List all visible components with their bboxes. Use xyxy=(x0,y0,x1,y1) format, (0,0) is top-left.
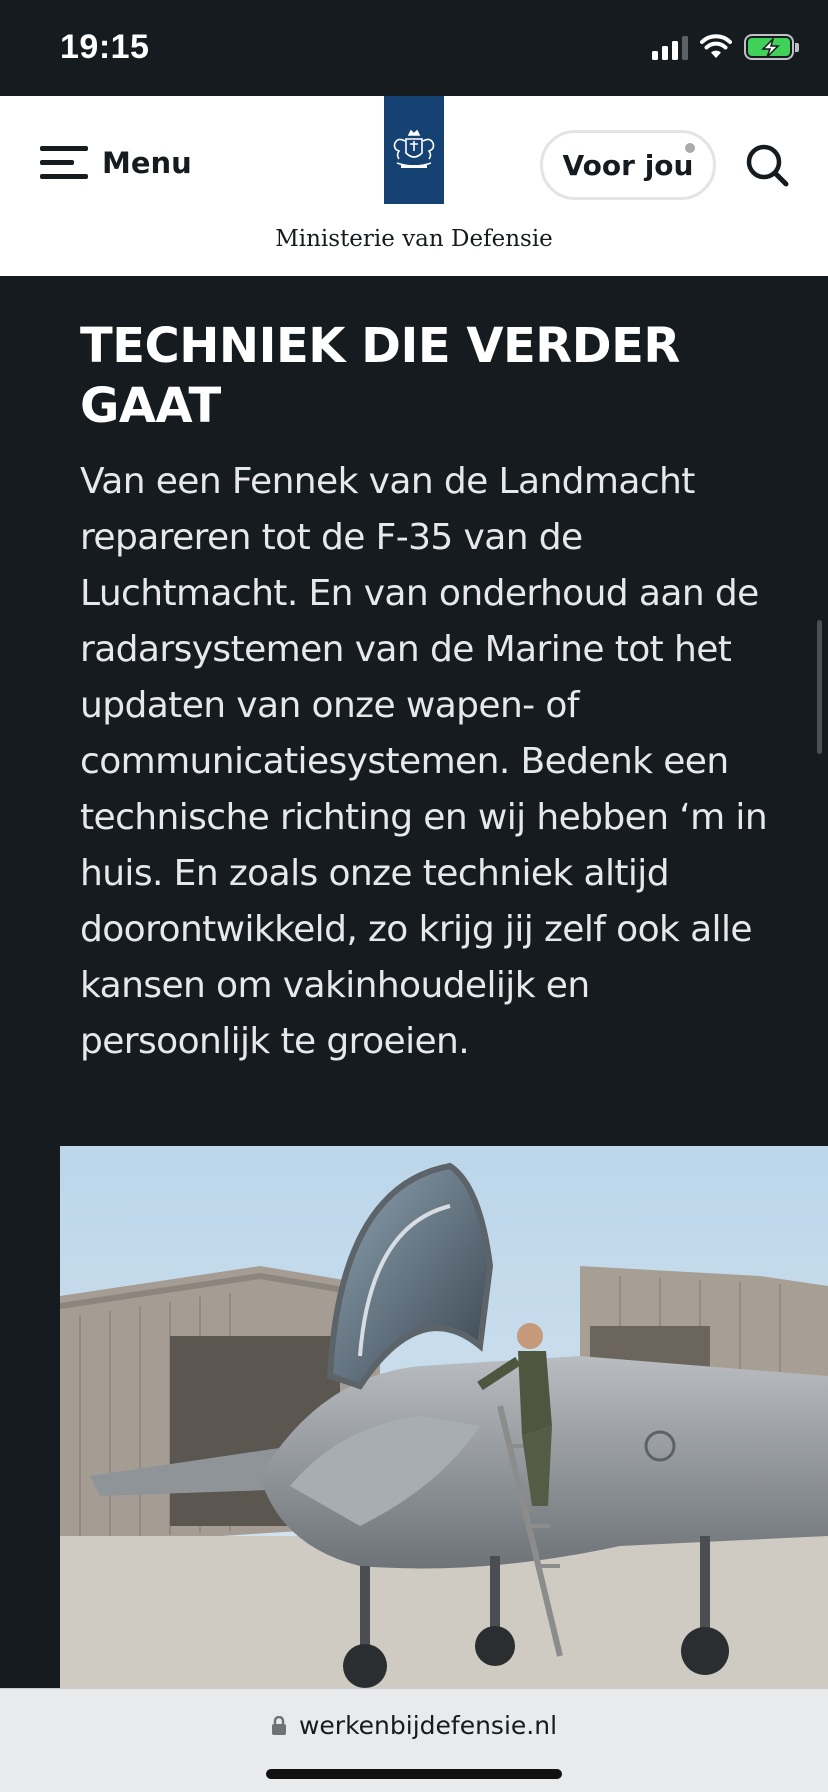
scroll-indicator xyxy=(817,620,822,754)
lock-icon xyxy=(271,1715,286,1735)
rijksoverheid-logo[interactable] xyxy=(384,96,444,204)
status-icons xyxy=(652,34,799,60)
home-indicator[interactable] xyxy=(266,1769,562,1779)
ministry-name: Ministerie van Defensie xyxy=(275,226,553,252)
site-header: Menu Ministerie van Defensie Voor jou xyxy=(0,96,828,276)
voor-jou-button[interactable]: Voor jou xyxy=(540,130,716,200)
voor-jou-label: Voor jou xyxy=(562,148,694,182)
search-icon xyxy=(746,144,789,187)
search-button[interactable] xyxy=(744,142,792,190)
section-heading: TECHNIEK DIE VERDER GAAT xyxy=(80,318,680,434)
menu-label: Menu xyxy=(102,146,192,180)
notification-dot xyxy=(685,143,695,153)
section-body: Van een Fennek van de Landmacht reparere… xyxy=(80,461,768,1062)
menu-button[interactable]: Menu xyxy=(40,146,192,180)
url-text: werkenbijdefensie.nl xyxy=(298,1711,558,1740)
wifi-icon xyxy=(700,34,732,58)
url-field[interactable]: werkenbijdefensie.nl xyxy=(0,1711,828,1740)
status-time: 19:15 xyxy=(60,28,150,66)
coat-of-arms-icon xyxy=(393,129,435,168)
status-bar: 19:15 xyxy=(0,0,828,96)
f35-photo xyxy=(60,1146,828,1698)
battery-icon xyxy=(744,34,799,60)
hamburger-icon xyxy=(40,146,88,180)
signal-icon xyxy=(652,34,688,60)
browser-bar: werkenbijdefensie.nl xyxy=(0,1688,828,1792)
